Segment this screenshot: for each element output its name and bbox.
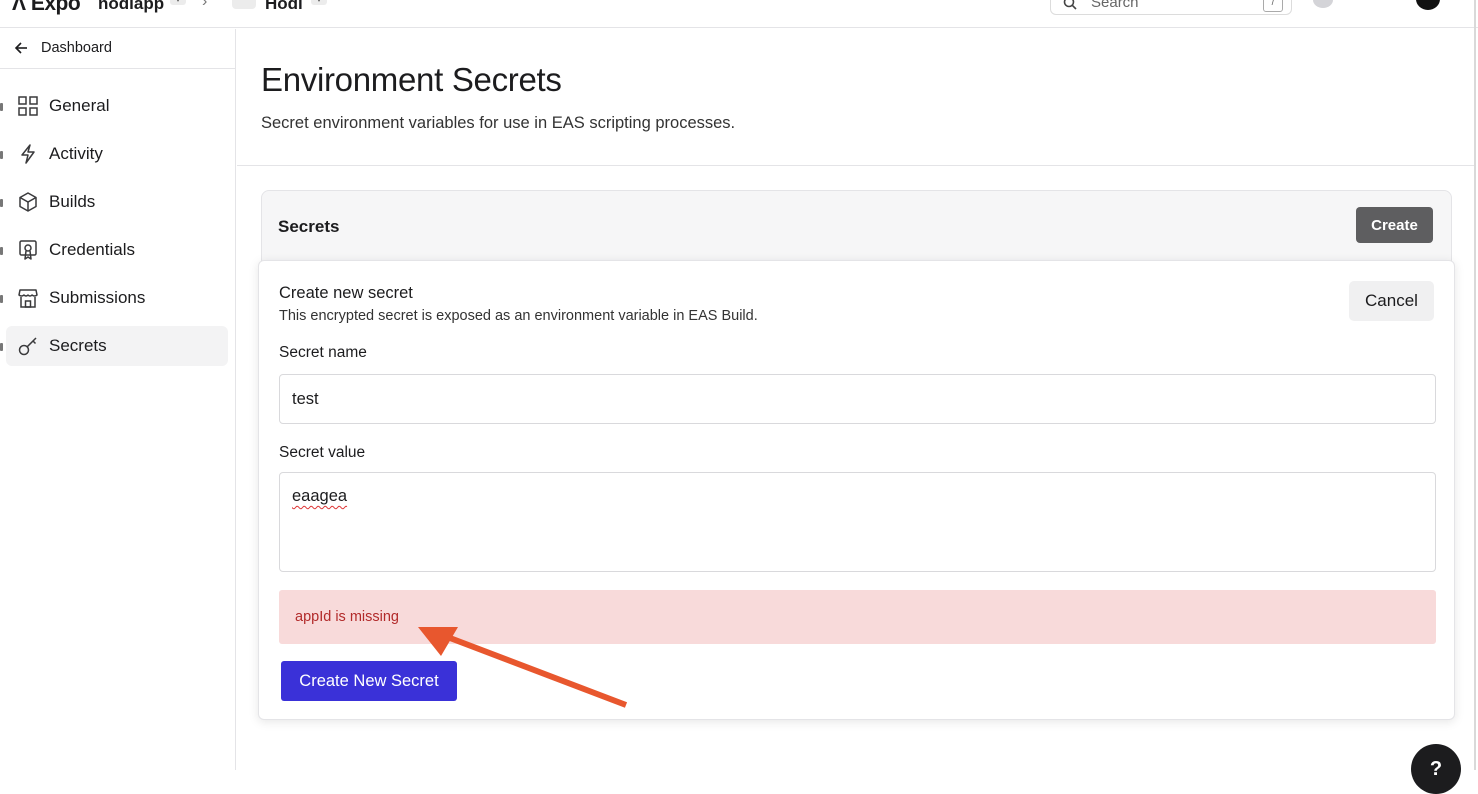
form-title: Create new secret (279, 284, 413, 302)
back-label: Dashboard (41, 40, 112, 56)
window-edge (1474, 0, 1476, 770)
storefront-icon (18, 289, 38, 308)
user-avatar[interactable] (1416, 0, 1440, 10)
sidebar-item-credentials[interactable]: Credentials (6, 230, 228, 270)
error-message: appId is missing (295, 609, 399, 625)
search-box[interactable]: Search / (1050, 0, 1292, 15)
page-subtitle: Secret environment variables for use in … (261, 114, 736, 132)
create-secret-button[interactable]: Create (1356, 207, 1433, 243)
brand-name: Expo (30, 0, 81, 15)
edge-tick (0, 247, 3, 255)
secret-name-label: Secret name (279, 344, 367, 361)
create-secret-form: Create new secret This encrypted secret … (258, 260, 1455, 720)
sidebar-item-label: General (49, 96, 110, 115)
lightning-icon (21, 144, 35, 164)
project-avatar-icon (232, 0, 256, 9)
cube-icon (19, 192, 37, 212)
secret-name-input[interactable] (279, 374, 1436, 424)
page-title: Environment Secrets (261, 61, 562, 98)
top-bar: Λ Expo nodiapp ▾ › Hodl ▾ Search / ··· (0, 0, 1478, 28)
help-button[interactable]: ? (1411, 744, 1461, 794)
sidebar-item-activity[interactable]: Activity (6, 134, 228, 174)
sidebar-item-label: Submissions (49, 288, 146, 307)
more-options-icon[interactable]: ··· (1366, 0, 1387, 7)
sidebar-item-label: Secrets (49, 336, 107, 355)
search-shortcut-key: / (1263, 0, 1283, 12)
breadcrumb-separator: › (202, 0, 208, 10)
sidebar-item-builds[interactable]: Builds (6, 182, 228, 222)
secret-value-input[interactable]: eaagea (279, 472, 1436, 572)
edge-tick (0, 295, 3, 303)
account-switcher[interactable]: nodiapp (98, 0, 164, 14)
project-switcher[interactable]: Hodl (265, 0, 303, 14)
page-header: Environment Secrets Secret environment v… (237, 29, 1474, 166)
project-dropdown-icon[interactable]: ▾ (311, 0, 327, 5)
account-dropdown-icon[interactable]: ▾ (170, 0, 186, 5)
sidebar-item-label: Activity (49, 144, 103, 163)
expo-logo[interactable]: Λ Expo (12, 0, 81, 16)
secrets-card: Secrets Create (261, 190, 1452, 270)
edge-tick (0, 103, 3, 111)
sidebar-item-label: Credentials (49, 240, 135, 259)
grid-icon (18, 96, 38, 116)
sidebar-item-general[interactable]: General (6, 86, 228, 126)
sidebar-item-submissions[interactable]: Submissions (6, 278, 228, 318)
sidebar-item-secrets[interactable]: Secrets (6, 326, 228, 366)
arrow-left-icon (14, 42, 27, 54)
sidebar-item-label: Builds (49, 192, 96, 211)
search-icon (1063, 0, 1077, 10)
key-icon (18, 337, 37, 356)
github-icon[interactable] (1313, 0, 1333, 8)
form-description: This encrypted secret is exposed as an e… (279, 308, 758, 324)
edge-tick (0, 343, 3, 351)
create-new-secret-button[interactable]: Create New Secret (281, 661, 457, 701)
back-to-dashboard-link[interactable]: Dashboard (0, 29, 236, 69)
edge-tick (0, 199, 3, 207)
edge-tick (0, 151, 3, 159)
search-placeholder: Search (1091, 0, 1139, 11)
secret-value-label: Secret value (279, 444, 366, 461)
certificate-icon (19, 240, 37, 260)
secrets-heading: Secrets (278, 217, 340, 236)
error-alert: appId is missing (279, 590, 1436, 644)
cancel-button[interactable]: Cancel (1349, 281, 1434, 321)
sidebar: Dashboard General Activity Builds Creden… (0, 29, 236, 770)
